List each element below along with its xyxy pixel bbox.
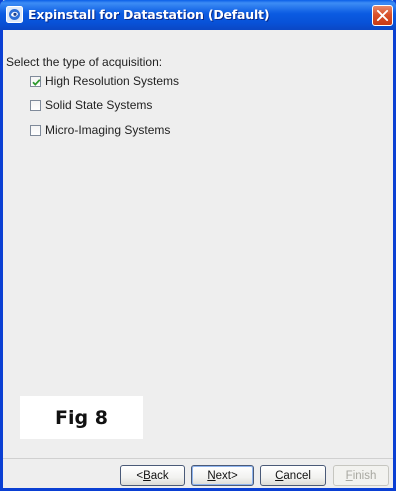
acquisition-prompt: Select the type of acquisition: (6, 55, 163, 69)
solid-state-label: Solid State Systems (45, 98, 153, 112)
high-resolution-label: High Resolution Systems (45, 74, 180, 88)
next-button[interactable]: Next > (191, 465, 254, 486)
content-panel: Select the type of acquisition: High Res… (3, 30, 393, 458)
next-mnemonic: N (207, 469, 216, 482)
option-solid-state[interactable]: Solid State Systems (30, 98, 152, 112)
option-high-resolution[interactable]: High Resolution Systems (30, 74, 179, 88)
close-button[interactable] (372, 5, 393, 26)
app-icon (6, 6, 23, 23)
close-icon (376, 9, 389, 22)
title-bar[interactable]: Expinstall for Datastation (Default) (0, 0, 396, 30)
back-button[interactable]: < Back (120, 465, 185, 486)
figure-label: Fig 8 (55, 406, 108, 429)
micro-imaging-checkbox[interactable] (30, 124, 41, 136)
finish-button[interactable]: Finish (333, 465, 389, 486)
back-rest: ack (150, 469, 169, 482)
figure-label-box: Fig 8 (20, 396, 143, 439)
cancel-button[interactable]: Cancel (260, 465, 326, 486)
micro-imaging-label: Micro-Imaging Systems (45, 123, 171, 137)
next-rest: ext (215, 469, 231, 482)
back-prefix: < (136, 469, 144, 482)
checkmark-icon (32, 78, 41, 86)
button-bar: < Back Next > Cancel Finish (3, 458, 393, 488)
installer-window: Expinstall for Datastation (Default) Sel… (0, 0, 396, 491)
option-micro-imaging[interactable]: Micro-Imaging Systems (30, 123, 170, 137)
next-suffix: > (230, 469, 238, 482)
solid-state-checkbox[interactable] (30, 99, 41, 111)
finish-rest: inish (352, 469, 377, 482)
back-mnemonic: B (143, 469, 151, 482)
window-title: Expinstall for Datastation (Default) (28, 7, 270, 22)
cancel-mnemonic: C (275, 469, 284, 482)
finish-mnemonic: F (345, 469, 353, 482)
high-resolution-checkbox[interactable] (30, 75, 41, 87)
cancel-rest: ancel (283, 469, 311, 482)
